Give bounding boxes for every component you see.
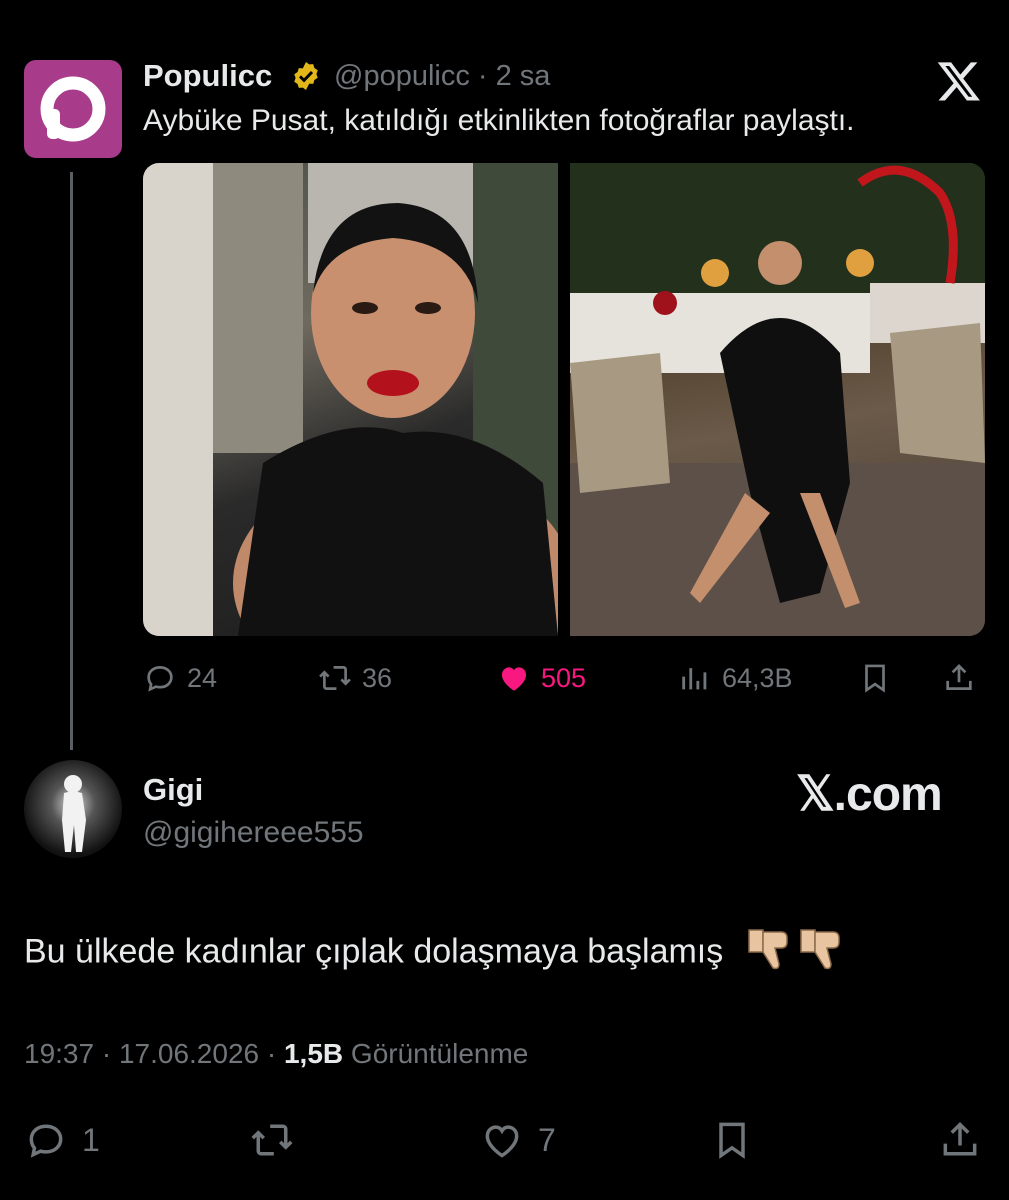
silhouette-avatar-image <box>62 775 86 852</box>
share-action[interactable] <box>942 660 976 696</box>
reply-icon <box>147 666 173 692</box>
reply-like-count: 7 <box>538 1121 556 1158</box>
populicc-logo-icon <box>40 76 106 142</box>
views-action[interactable]: 64,3B <box>678 660 793 696</box>
author-handle-and-time[interactable]: @populicc · 2 sa <box>334 60 550 93</box>
views-count: 64,3B <box>722 662 793 693</box>
views-label: Görüntülenme <box>350 1038 529 1069</box>
bookmark-action[interactable] <box>858 660 892 696</box>
reply-icon <box>29 1124 63 1158</box>
retweet-icon <box>319 666 351 690</box>
bookmark-icon <box>865 664 885 693</box>
views-total: 1,5B <box>283 1038 344 1069</box>
bookmark-icon <box>719 1122 745 1159</box>
thumbs-down-emoji-pair <box>745 924 849 983</box>
heart-outline-icon <box>485 1125 519 1158</box>
reply-bookmark-action[interactable] <box>710 1118 754 1162</box>
thumbs-down-icon <box>747 929 840 970</box>
reply-author-handle[interactable]: @gigihereee555 <box>143 816 364 850</box>
populicc-avatar[interactable] <box>24 60 122 158</box>
views-chart-icon <box>682 668 707 690</box>
author-name[interactable]: Populicc <box>143 58 272 94</box>
reply-text-line: Bu ülkede kadınlar çıplak dolaşmaya başl… <box>24 924 849 983</box>
reply-like-action[interactable]: 7 <box>480 1118 556 1162</box>
reply-count: 24 <box>187 662 218 693</box>
photo-selfie[interactable] <box>143 163 573 636</box>
gigi-avatar[interactable] <box>24 760 122 858</box>
like-count: 505 <box>541 662 587 693</box>
reply-share-action[interactable] <box>938 1118 982 1162</box>
heart-filled-icon <box>501 667 527 691</box>
photo-selfie-image <box>143 163 573 636</box>
photo-dinner[interactable] <box>570 163 985 636</box>
like-action[interactable]: 505 <box>497 660 586 696</box>
photo-dinner-image <box>570 163 985 636</box>
thread-connector-line <box>70 172 73 750</box>
share-icon <box>946 664 972 690</box>
reply-reply-count: 1 <box>82 1121 100 1158</box>
reply-author-name[interactable]: Gigi <box>143 772 203 808</box>
post-metadata: 19:37 · 17.06.2026 · 1,5B Görüntülenme <box>24 1038 528 1070</box>
author-handle[interactable]: @populicc <box>334 60 470 92</box>
reply-reply-action[interactable]: 1 <box>24 1118 100 1162</box>
post-time: · 2 sa <box>477 60 551 92</box>
reply-retweet-action[interactable] <box>250 1118 294 1162</box>
share-icon <box>943 1121 977 1156</box>
x-com-watermark: 𝕏.com <box>796 768 943 821</box>
reply-action[interactable]: 24 <box>143 660 217 696</box>
retweet-icon <box>251 1124 293 1156</box>
reply-text: Bu ülkede kadınlar çıplak dolaşmaya başl… <box>24 932 724 971</box>
verified-badge-icon <box>294 62 318 90</box>
x-logo-icon <box>937 62 980 101</box>
tweet-text: Aybüke Pusat, katıldığı etkinlikten foto… <box>143 104 855 137</box>
retweet-count: 36 <box>362 662 393 693</box>
retweet-action[interactable]: 36 <box>318 660 392 696</box>
post-timestamp[interactable]: 19:37 · 17.06.2026 · <box>24 1038 276 1069</box>
media-grid[interactable] <box>143 163 985 636</box>
